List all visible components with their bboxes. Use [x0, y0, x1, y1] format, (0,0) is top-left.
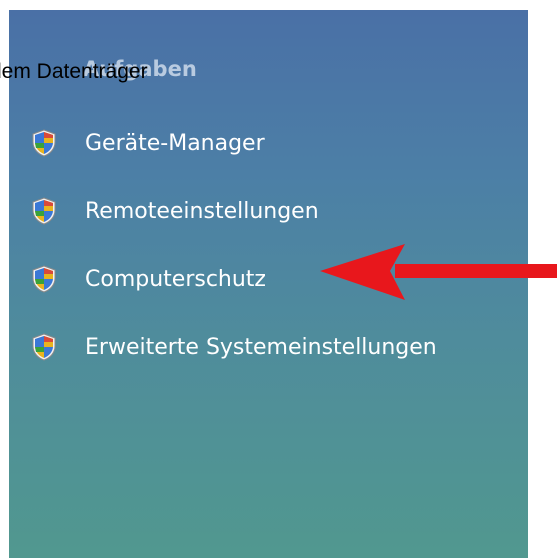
screenshot-stage: Aufgaben Geräte-Manager Remoteeinstellun… — [0, 0, 557, 558]
task-link-advanced-system-settings[interactable]: Erweiterte Systemeinstellungen — [29, 329, 437, 365]
task-link-label: Geräte-Manager — [85, 130, 265, 156]
task-link-system-protection[interactable]: Computerschutz — [29, 261, 266, 297]
task-link-device-manager[interactable]: Geräte-Manager — [29, 125, 265, 161]
overlay-caption: dem Datenträger — [0, 60, 148, 83]
task-link-label: Erweiterte Systemeinstellungen — [85, 334, 437, 360]
uac-shield-icon — [32, 265, 56, 293]
task-link-label: Computerschutz — [85, 266, 266, 292]
task-link-label: Remoteeinstellungen — [85, 198, 319, 224]
task-link-remote-settings[interactable]: Remoteeinstellungen — [29, 193, 319, 229]
uac-shield-icon — [32, 333, 56, 361]
uac-shield-icon — [32, 197, 56, 225]
uac-shield-icon — [32, 129, 56, 157]
red-arrow-icon — [320, 244, 557, 300]
